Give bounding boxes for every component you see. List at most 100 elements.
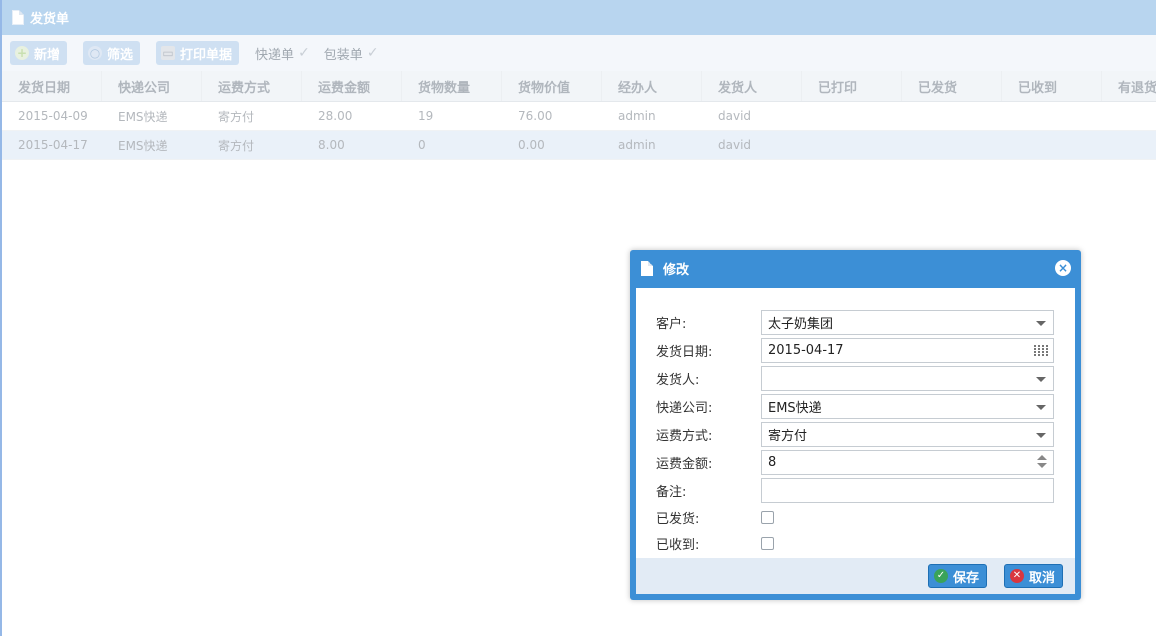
filter-button-label: 筛选 <box>107 47 134 63</box>
shipper-row: 发货人: <box>656 366 1054 391</box>
ship-date-row: 发货日期: 2015-04-17 <box>656 338 1054 363</box>
received-row: 已收到: <box>656 531 774 556</box>
chevron-down-icon[interactable] <box>1036 405 1046 410</box>
spinner-arrows-icon[interactable] <box>1037 455 1047 468</box>
table-cell: 76.00 <box>518 109 553 123</box>
chevron-down-icon[interactable] <box>1036 433 1046 438</box>
panel-header: 发货单 <box>2 0 1156 35</box>
freight-amount-label: 运费金额: <box>656 457 713 472</box>
dialog-title: 修改 <box>663 262 690 278</box>
filter-button[interactable]: ○ 筛选 <box>83 41 141 65</box>
print-button[interactable]: ▭ 打印单据 <box>156 41 240 65</box>
remark-label: 备注: <box>656 485 687 500</box>
shipped-row: 已发货: <box>656 505 774 530</box>
dialog-body: 客户: 太子奶集团 发货日期: 2015-04-17 发货人: 快递公司: EM… <box>636 288 1075 558</box>
save-button[interactable]: ✓ 保存 <box>927 564 987 588</box>
shipping-grid: 发货日期 快递公司 运费方式 运费金额 货物数量 货物价值 经办人 发货人 已打… <box>2 71 1156 160</box>
freight-amount-spinner[interactable]: 8 <box>761 450 1054 475</box>
ship-date-label: 发货日期: <box>656 345 713 360</box>
chevron-down-icon[interactable] <box>1036 321 1046 326</box>
shipper-label: 发货人: <box>656 373 700 388</box>
cancel-icon: ✕ <box>1009 569 1024 583</box>
printer-icon: ▭ <box>161 46 176 60</box>
cancel-button-label: 取消 <box>1028 570 1055 586</box>
shipped-label: 已发货: <box>656 512 700 527</box>
table-cell: 2015-04-09 <box>18 109 88 123</box>
column-header[interactable]: 经办人 <box>602 71 702 101</box>
column-header[interactable]: 运费金额 <box>302 71 402 101</box>
freight-method-label: 运费方式: <box>656 429 713 444</box>
document-icon <box>641 260 653 276</box>
add-button[interactable]: + 新增 <box>10 41 68 65</box>
column-header[interactable]: 已打印 <box>802 71 902 101</box>
table-cell: 2015-04-17 <box>18 138 88 152</box>
received-checkbox[interactable] <box>761 537 774 550</box>
grid-header: 发货日期 快递公司 运费方式 运费金额 货物数量 货物价值 经办人 发货人 已打… <box>2 71 1156 102</box>
ship-date-value: 2015-04-17 <box>768 343 844 358</box>
ship-date-field[interactable]: 2015-04-17 <box>761 338 1054 363</box>
table-cell: admin <box>618 109 656 123</box>
column-header[interactable]: 已发货 <box>902 71 1002 101</box>
table-cell: admin <box>618 138 656 152</box>
customer-value: 太子奶集团 <box>768 317 834 332</box>
calendar-icon[interactable] <box>1034 345 1049 357</box>
column-header[interactable]: 有退货 <box>1102 71 1156 101</box>
table-cell: 19 <box>418 109 434 123</box>
document-icon <box>12 10 24 25</box>
spinner-up-icon[interactable] <box>1037 455 1047 460</box>
customer-row: 客户: 太子奶集团 <box>656 310 1054 335</box>
courier-select[interactable]: EMS快递 <box>761 394 1054 419</box>
table-row[interactable]: 2015-04-09 EMS快递 寄方付 28.00 19 76.00 admi… <box>2 102 1156 131</box>
dialog-header[interactable]: 修改 <box>630 250 1081 286</box>
freight-amount-value: 8 <box>768 455 777 470</box>
received-label: 已收到: <box>656 538 700 553</box>
table-cell: 28.00 <box>318 109 353 123</box>
print-button-label: 打印单据 <box>180 47 233 63</box>
check-icon: ✓ <box>933 569 948 583</box>
table-cell: EMS快递 <box>118 138 168 153</box>
column-header[interactable]: 发货人 <box>702 71 802 101</box>
table-cell: 寄方付 <box>218 138 255 153</box>
table-row-selected[interactable]: 2015-04-17 EMS快递 寄方付 8.00 0 0.00 admin d… <box>2 131 1156 160</box>
column-header[interactable]: 运费方式 <box>202 71 302 101</box>
freight-method-row: 运费方式: 寄方付 <box>656 422 1054 447</box>
packing-checkbox[interactable]: ✓ <box>367 45 379 61</box>
shipped-checkbox[interactable] <box>761 511 774 524</box>
spinner-down-icon[interactable] <box>1037 463 1047 468</box>
express-checkbox[interactable]: ✓ <box>298 45 310 61</box>
add-icon: + <box>15 46 29 60</box>
customer-label: 客户: <box>656 317 687 332</box>
close-icon[interactable]: × <box>1055 260 1071 276</box>
column-header[interactable]: 发货日期 <box>2 71 102 101</box>
search-icon: ○ <box>88 46 103 60</box>
freight-method-select[interactable]: 寄方付 <box>761 422 1054 447</box>
save-button-label: 保存 <box>952 570 979 586</box>
courier-label: 快递公司: <box>656 401 713 416</box>
shipper-select[interactable] <box>761 366 1054 391</box>
column-header[interactable]: 货物数量 <box>402 71 502 101</box>
panel-title: 发货单 <box>30 12 70 27</box>
table-cell: 寄方付 <box>218 109 255 124</box>
courier-row: 快递公司: EMS快递 <box>656 394 1054 419</box>
table-cell: 0.00 <box>518 138 545 152</box>
remark-input[interactable] <box>761 478 1054 503</box>
cancel-button[interactable]: ✕ 取消 <box>1003 564 1063 588</box>
freight-amount-row: 运费金额: 8 <box>656 450 1054 475</box>
table-cell: 8.00 <box>318 138 345 152</box>
table-cell: david <box>718 109 752 123</box>
remark-row: 备注: <box>656 478 1054 503</box>
toolbar: + 新增 ○ 筛选 ▭ 打印单据 快递单 ✓ 包装单 ✓ <box>2 35 1156 71</box>
column-header[interactable]: 货物价值 <box>502 71 602 101</box>
edit-dialog: 修改 × 客户: 太子奶集团 发货日期: 2015-04-17 发货人: 快递公… <box>630 250 1081 600</box>
column-header[interactable]: 快递公司 <box>102 71 202 101</box>
column-header[interactable]: 已收到 <box>1002 71 1102 101</box>
dialog-footer: ✓ 保存 ✕ 取消 <box>636 558 1075 594</box>
table-cell: 0 <box>418 138 426 152</box>
packing-label: 包装单 <box>323 47 363 63</box>
freight-method-value: 寄方付 <box>768 429 808 444</box>
table-cell: david <box>718 138 752 152</box>
customer-select[interactable]: 太子奶集团 <box>761 310 1054 335</box>
express-label: 快递单 <box>255 47 295 63</box>
chevron-down-icon[interactable] <box>1036 377 1046 382</box>
add-button-label: 新增 <box>34 47 61 63</box>
